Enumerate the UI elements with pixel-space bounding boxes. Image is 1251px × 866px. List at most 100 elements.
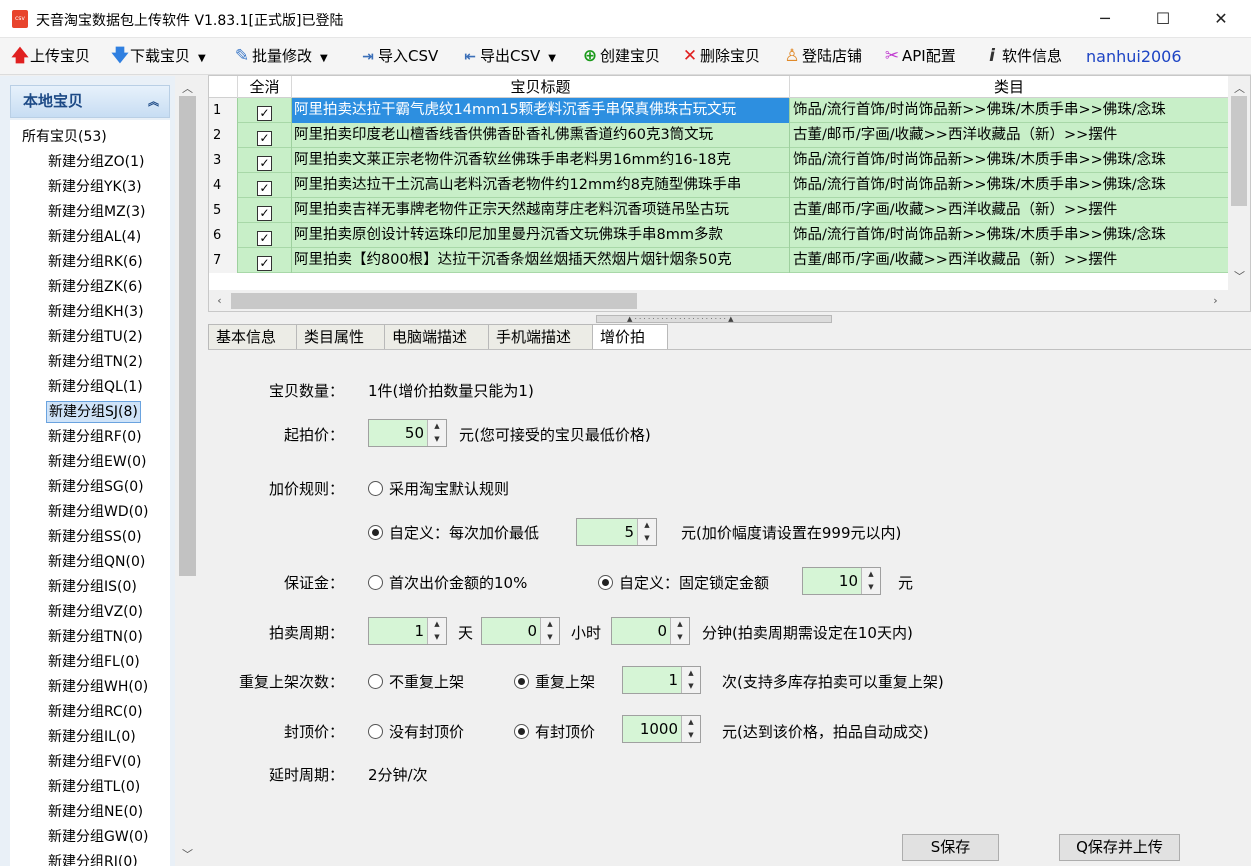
- tab-category-attributes[interactable]: 类目属性: [296, 324, 384, 349]
- scroll-down-icon[interactable]: ﹀: [1231, 268, 1248, 284]
- sidebar-group-item[interactable]: 新建分组TU(2): [46, 326, 145, 348]
- close-button[interactable]: ✕: [1192, 0, 1250, 38]
- category-column-header[interactable]: 类目: [790, 76, 1229, 98]
- sidebar-group-item[interactable]: 新建分组WH(0): [46, 676, 150, 698]
- sidebar-group-item[interactable]: 新建分组IS(0): [46, 576, 139, 598]
- row-checkbox[interactable]: ✓: [238, 148, 292, 173]
- spinner-arrows-icon[interactable]: ▲ ▼: [681, 716, 700, 742]
- spinner-arrows-icon[interactable]: ▲ ▼: [670, 618, 689, 644]
- sidebar-group-item[interactable]: 新建分组TN(0): [46, 626, 145, 648]
- deposit-custom-radio[interactable]: 自定义：固定锁定金额: [598, 572, 769, 593]
- splitter-handle[interactable]: ▲ · · · · · · · · · · · · · · · · · · · …: [596, 315, 832, 323]
- sidebar-group-item[interactable]: 新建分组TN(2): [46, 351, 145, 373]
- row-checkbox[interactable]: ✓: [238, 198, 292, 223]
- table-row[interactable]: 2 ✓ 阿里拍卖印度老山檀香线香供佛香卧香礼佛熏香道约60克3筒文玩 古董/邮币/字画…: [209, 123, 1229, 148]
- sidebar-group-item[interactable]: 新建分组GW(0): [46, 826, 151, 848]
- sidebar-group-item[interactable]: 新建分组QN(0): [46, 551, 147, 573]
- dropdown-arrow-icon[interactable]: ▼: [548, 53, 556, 64]
- relist-yes-radio[interactable]: 重复上架: [514, 671, 595, 692]
- software-info-button[interactable]: i 软件信息: [982, 38, 1062, 75]
- tab-auction[interactable]: 增价拍: [592, 324, 668, 350]
- table-row[interactable]: 1 ✓ 阿里拍卖达拉干霸气虎纹14mm15颗老料沉香手串保真佛珠古玩文玩 饰品/流行首…: [209, 98, 1229, 123]
- scrollbar-thumb[interactable]: [231, 293, 637, 309]
- row-checkbox[interactable]: ✓: [238, 248, 292, 273]
- table-row[interactable]: 7 ✓ 阿里拍卖【约800根】达拉干沉香条烟丝烟插天然烟片烟针烟条50克 古董/邮币/…: [209, 248, 1229, 273]
- cap-price-spinner[interactable]: 1000 ▲ ▼: [622, 715, 701, 743]
- scroll-right-icon[interactable]: ›: [1207, 294, 1224, 307]
- sidebar-group-item[interactable]: 新建分组RI(0): [46, 851, 140, 866]
- save-button[interactable]: S保存: [902, 834, 999, 861]
- row-checkbox[interactable]: ✓: [238, 98, 292, 123]
- title-column-header[interactable]: 宝贝标题: [292, 76, 790, 98]
- relist-no-radio[interactable]: 不重复上架: [368, 671, 464, 692]
- import-csv-button[interactable]: ⇥ 导入CSV: [358, 38, 438, 75]
- item-title-cell[interactable]: 阿里拍卖印度老山檀香线香供佛香卧香礼佛熏香道约60克3筒文玩: [292, 123, 790, 148]
- sidebar-group-item[interactable]: 新建分组RF(0): [46, 426, 144, 448]
- checkmark-icon[interactable]: ✓: [257, 206, 272, 221]
- dropdown-arrow-icon[interactable]: ▼: [320, 53, 328, 64]
- item-category-cell[interactable]: 古董/邮币/字画/收藏>>西洋收藏品（新）>>摆件: [790, 123, 1229, 148]
- upload-button[interactable]: 🡅上传宝贝: [10, 38, 90, 75]
- api-config-button[interactable]: ✂ API配置: [882, 38, 956, 75]
- spinner-arrows-icon[interactable]: ▲ ▼: [637, 519, 656, 545]
- download-button[interactable]: 🡇下载宝贝 ▼: [110, 38, 205, 75]
- sidebar-group-item[interactable]: 新建分组YK(3): [46, 176, 144, 198]
- local-items-header[interactable]: 本地宝贝 ︽: [10, 85, 170, 118]
- spinner-arrows-icon[interactable]: ▲ ▼: [427, 420, 446, 446]
- checkmark-icon[interactable]: ✓: [257, 131, 272, 146]
- deposit-percent-radio[interactable]: 首次出价金额的10%: [368, 572, 527, 593]
- item-title-cell[interactable]: 阿里拍卖原创设计转运珠印尼加里曼丹沉香文玩佛珠手串8mm多款: [292, 223, 790, 248]
- tree-root-all-items[interactable]: 所有宝贝(53): [22, 126, 107, 146]
- relist-count-spinner[interactable]: 1 ▲ ▼: [622, 666, 701, 694]
- create-item-button[interactable]: ⊕ 创建宝贝: [580, 38, 660, 75]
- spinner-arrows-icon[interactable]: ▲ ▼: [427, 618, 446, 644]
- item-title-cell[interactable]: 阿里拍卖达拉干土沉高山老料沉香老物件约12mm约8克随型佛珠手串: [292, 173, 790, 198]
- sidebar-group-item[interactable]: 新建分组KH(3): [46, 301, 146, 323]
- bid-increment-spinner[interactable]: 5 ▲ ▼: [576, 518, 657, 546]
- sidebar-group-item[interactable]: 新建分组NE(0): [46, 801, 145, 823]
- cap-no-radio[interactable]: 没有封顶价: [368, 721, 464, 742]
- spinner-arrows-icon[interactable]: ▲ ▼: [861, 568, 880, 594]
- scroll-down-icon[interactable]: ﹀: [179, 846, 196, 862]
- item-category-cell[interactable]: 饰品/流行首饰/时尚饰品新>>佛珠/木质手串>>佛珠/念珠: [790, 223, 1229, 248]
- sidebar-group-item[interactable]: 新建分组SJ(8): [46, 401, 141, 423]
- sidebar-group-item[interactable]: 新建分组ZO(1): [46, 151, 146, 173]
- scrollbar-thumb[interactable]: [1231, 96, 1247, 206]
- spinner-arrows-icon[interactable]: ▲ ▼: [540, 618, 559, 644]
- row-checkbox[interactable]: ✓: [238, 173, 292, 198]
- scroll-up-icon[interactable]: ︿: [179, 80, 196, 96]
- scroll-left-icon[interactable]: ‹: [211, 294, 228, 307]
- grid-horizontal-scrollbar[interactable]: ‹ ›: [209, 290, 1250, 311]
- scroll-up-icon[interactable]: ︿: [1231, 80, 1248, 96]
- item-title-cell[interactable]: 阿里拍卖【约800根】达拉干沉香条烟丝烟插天然烟片烟针烟条50克: [292, 248, 790, 273]
- collapse-chevron-icon[interactable]: ︽: [148, 86, 159, 117]
- sidebar-group-item[interactable]: 新建分组FL(0): [46, 651, 142, 673]
- item-category-cell[interactable]: 古董/邮币/字画/收藏>>西洋收藏品（新）>>摆件: [790, 198, 1229, 223]
- sidebar-group-item[interactable]: 新建分组FV(0): [46, 751, 143, 773]
- checkmark-icon[interactable]: ✓: [257, 156, 272, 171]
- sidebar-group-item[interactable]: 新建分组AL(4): [46, 226, 143, 248]
- delete-item-button[interactable]: ✕ 删除宝贝: [680, 38, 760, 75]
- checkmark-icon[interactable]: ✓: [257, 181, 272, 196]
- period-minutes-spinner[interactable]: 0 ▲ ▼: [611, 617, 690, 645]
- sidebar-group-item[interactable]: 新建分组IL(0): [46, 726, 138, 748]
- sidebar-group-item[interactable]: 新建分组TL(0): [46, 776, 142, 798]
- sidebar-group-item[interactable]: 新建分组SS(0): [46, 526, 144, 548]
- sidebar-group-item[interactable]: 新建分组QL(1): [46, 376, 145, 398]
- table-row[interactable]: 5 ✓ 阿里拍卖吉祥无事牌老物件正宗天然越南芽庄老料沉香项链吊坠古玩 古董/邮币/字画…: [209, 198, 1229, 223]
- sidebar-group-item[interactable]: 新建分组RK(6): [46, 251, 145, 273]
- item-category-cell[interactable]: 饰品/流行首饰/时尚饰品新>>佛珠/木质手串>>佛珠/念珠: [790, 173, 1229, 198]
- spinner-arrows-icon[interactable]: ▲ ▼: [681, 667, 700, 693]
- sidebar-group-item[interactable]: 新建分组SG(0): [46, 476, 146, 498]
- tab-basic-info[interactable]: 基本信息: [208, 324, 296, 349]
- rule-custom-radio[interactable]: 自定义：每次加价最低: [368, 522, 539, 543]
- table-row[interactable]: 4 ✓ 阿里拍卖达拉干土沉高山老料沉香老物件约12mm约8克随型佛珠手串 饰品/流行首…: [209, 173, 1229, 198]
- export-csv-button[interactable]: ⇤ 导出CSV ▼: [460, 38, 556, 75]
- grid-vertical-scrollbar[interactable]: ︿ ﹀: [1228, 76, 1250, 290]
- check-all-header[interactable]: 全消: [238, 76, 292, 98]
- item-category-cell[interactable]: 饰品/流行首饰/时尚饰品新>>佛珠/木质手串>>佛珠/念珠: [790, 148, 1229, 173]
- scrollbar-thumb[interactable]: [179, 96, 196, 576]
- period-days-spinner[interactable]: 1 ▲ ▼: [368, 617, 447, 645]
- deposit-spinner[interactable]: 10 ▲ ▼: [802, 567, 881, 595]
- item-title-cell[interactable]: 阿里拍卖文莱正宗老物件沉香软丝佛珠手串老料男16mm约16-18克: [292, 148, 790, 173]
